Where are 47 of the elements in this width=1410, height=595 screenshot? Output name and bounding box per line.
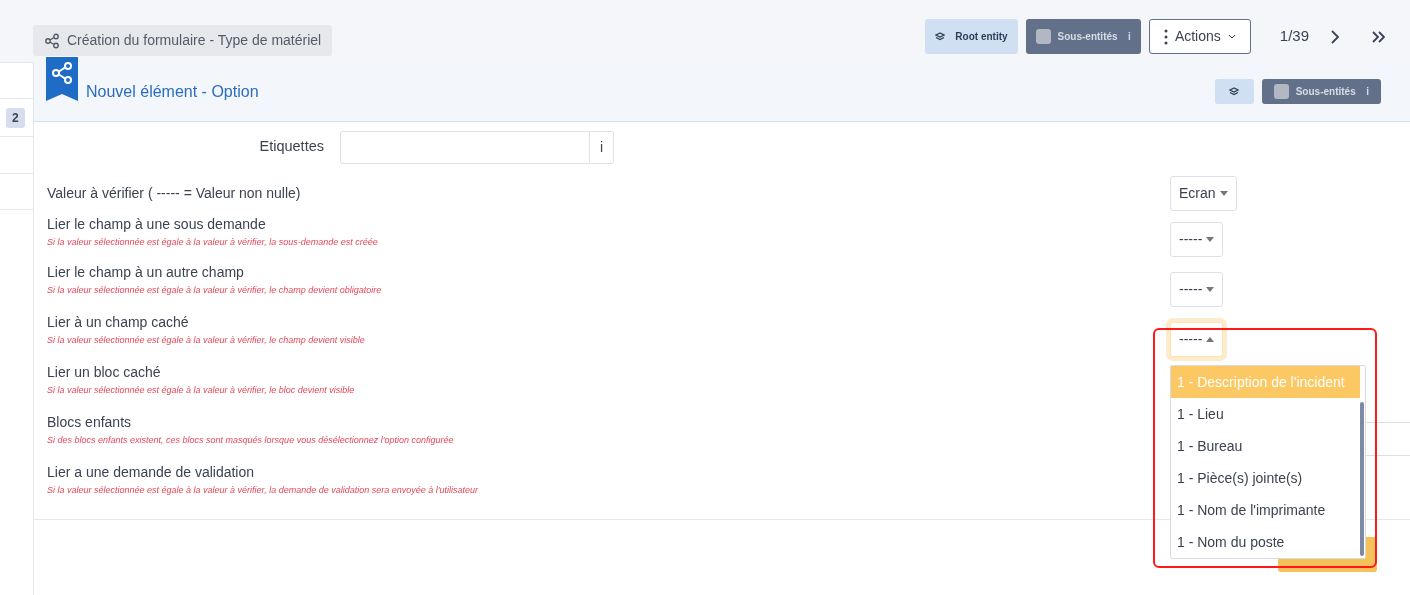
checkbox[interactable]	[1273, 84, 1289, 99]
sub-entities-button[interactable]: Sous-entités i	[1261, 79, 1381, 104]
caret-down-icon	[1206, 287, 1215, 292]
sub-entities-button[interactable]: Sous-entités i	[1025, 19, 1141, 54]
count-badge: 2	[6, 108, 25, 128]
panel-title: Nouvel élément - Option	[86, 81, 259, 102]
dropdown-option[interactable]: 1 - Lieu	[1171, 398, 1360, 430]
hint-text: Si la valeur sélectionnée est égale à la valeur à vérifier, le bloc devient visible	[47, 384, 356, 397]
select-dropdown[interactable]: -----	[1170, 222, 1224, 257]
hint-text: Si la valeur sélectionnée est égale à la valeur à vérifier, le champ devient visible	[47, 334, 366, 347]
actions-button[interactable]: Actions	[1148, 19, 1251, 54]
field-label: Lier a une demande de validation	[47, 463, 256, 482]
share-icon	[44, 32, 60, 49]
hint-text: Si des blocs enfants existent, ces blocs sont masqués lorsque vous désélectionnez l'option configurée	[47, 434, 455, 447]
checkbox[interactable]	[1035, 29, 1051, 44]
field-label: Valeur à vérifier ( ----- = Valeur non nulle)	[47, 183, 301, 203]
more-icon	[1163, 28, 1168, 45]
tags-input[interactable]	[340, 130, 590, 164]
caret-up-icon	[1206, 337, 1215, 342]
caret-down-icon	[1219, 190, 1228, 196]
field-label: Lier à un champ caché	[47, 313, 190, 332]
field-label: Lier un bloc caché	[47, 363, 162, 382]
dropdown-option[interactable]: 1 - Nom de l'imprimante	[1171, 494, 1360, 526]
dropdown-option[interactable]: 1 - Bureau	[1171, 430, 1360, 462]
hint-text: Si la valeur sélectionnée est égale à la valeur à vérifier, la sous-demande est créée	[47, 236, 379, 249]
field-label: Etiquettes	[258, 137, 324, 157]
scrollbar[interactable]	[1360, 402, 1364, 556]
hint-text: Si la valeur sélectionnée est égale à la valeur à vérifier, le champ devient obligatoire	[47, 284, 383, 297]
info-icon: i	[590, 130, 614, 164]
select-dropdown[interactable]: Ecran	[1170, 175, 1237, 211]
field-label: Lier le champ à une sous demande	[47, 215, 267, 234]
dropdown-option[interactable]: 1 - Pièce(s) jointe(s)	[1171, 462, 1360, 494]
info-icon: i	[1128, 29, 1131, 44]
field-label: Blocs enfants	[47, 413, 133, 432]
field-label: Lier le champ à un autre champ	[47, 263, 245, 282]
layers-icon	[934, 32, 945, 41]
page-counter: 1/39	[1279, 26, 1309, 47]
hint-text: Si la valeur sélectionnée est égale à la valeur à vérifier, la demande de validation sera envoyée à l'utilisateur	[47, 484, 480, 497]
info-icon: i	[1366, 84, 1369, 99]
chevron-down-icon	[1227, 34, 1236, 39]
layers-icon	[1229, 87, 1240, 96]
root-entity-button[interactable]: Root entity	[924, 19, 1018, 54]
breadcrumb-text: Création du formulaire - Type de matériel	[67, 31, 322, 50]
select-dropdown[interactable]: -----	[1170, 272, 1224, 307]
layers-button[interactable]	[1214, 79, 1254, 104]
dropdown-option[interactable]: 1 - Nom du poste	[1171, 526, 1360, 558]
caret-down-icon	[1206, 237, 1215, 242]
